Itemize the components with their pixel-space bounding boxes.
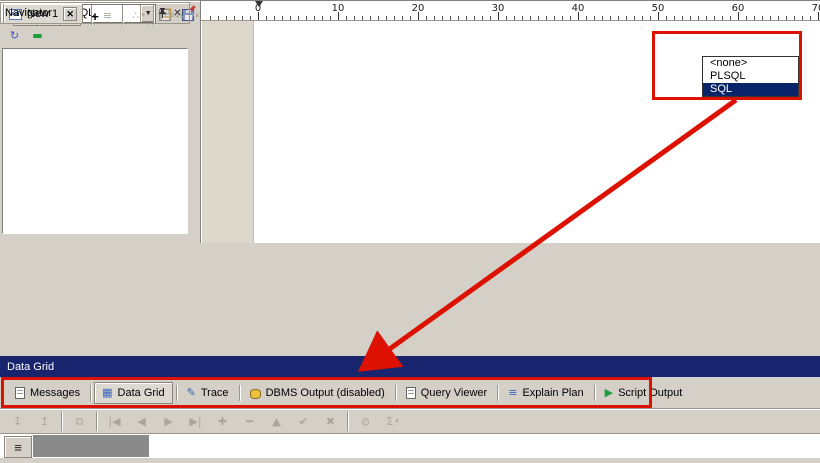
- navigator-sort-button[interactable]: ▬: [27, 25, 48, 46]
- data-grid-area: ≡: [0, 433, 820, 463]
- messages-icon: [15, 387, 25, 399]
- tab-explain-plan[interactable]: ≡ Explain Plan: [501, 382, 590, 404]
- tab-explain-plan-label: Explain Plan: [522, 387, 583, 399]
- prior-record-icon: ◀: [137, 416, 145, 427]
- post-edit-icon: ✔: [299, 416, 308, 427]
- single-record-view-icon: ⊘: [361, 416, 370, 427]
- ruler-major-tick: [258, 12, 259, 20]
- refresh-grid-icon: ⧉: [76, 416, 84, 427]
- ruler-major-tick: [578, 12, 579, 20]
- main-area: Navigator ✕ ↻▬ 010203040506070: [0, 0, 820, 243]
- tab-separator: [594, 385, 595, 401]
- editor-text-area[interactable]: [201, 21, 820, 243]
- refresh-grid-button: ⧉: [69, 411, 90, 432]
- ruler-major-tick: [818, 12, 819, 20]
- delete-record-icon: ━: [246, 416, 253, 427]
- toolbar-separator: [61, 411, 63, 431]
- aggregate-button: Σ▾: [382, 411, 403, 432]
- tab-data-grid-label: Data Grid: [118, 387, 165, 399]
- vertical-splitter[interactable]: [190, 0, 200, 243]
- tab-separator: [176, 385, 177, 401]
- ruler-major-tick: [498, 12, 499, 20]
- tab-messages-label: Messages: [30, 387, 80, 399]
- dbms-output-icon: [250, 389, 261, 399]
- cancel-edit-button: ✖: [320, 411, 341, 432]
- navigator-header: Navigator ✕: [0, 2, 190, 24]
- tab-separator: [497, 385, 498, 401]
- insert-record-button: ✚: [212, 411, 233, 432]
- navigator-title: Navigator: [5, 7, 155, 19]
- grid-bottom-strip: [0, 458, 820, 463]
- editor-gutter: [202, 21, 254, 243]
- load-grid-icon: ↥: [40, 416, 49, 427]
- next-record-button: ▶: [158, 411, 179, 432]
- tab-query-viewer-label: Query Viewer: [421, 387, 487, 399]
- result-tabs: Messages ▦ Data Grid ✎ Trace DBMS Output (dis…: [0, 377, 820, 408]
- first-record-icon: |◀: [108, 416, 120, 427]
- grid-row-indicator[interactable]: [33, 435, 149, 457]
- trace-icon: ✎: [187, 387, 196, 398]
- first-record-button: |◀: [104, 411, 125, 432]
- navigator-refresh-icon: ↻: [10, 30, 19, 41]
- grid-navigator-toolbar: ↧ ↥ ⧉ |◀ ◀ ▶ ▶| ✚ ━ ▲ ✔ ✖ ⊘ Σ▾: [0, 408, 820, 433]
- navigator-sort-icon: ▬: [32, 30, 42, 41]
- toolbar-separator: [347, 411, 349, 431]
- last-record-button: ▶|: [185, 411, 206, 432]
- ruler-major-tick: [738, 12, 739, 20]
- prior-record-button: ◀: [131, 411, 152, 432]
- explain-plan-icon: ≡: [508, 387, 517, 398]
- next-record-icon: ▶: [164, 416, 172, 427]
- tab-query-viewer[interactable]: Query Viewer: [399, 382, 494, 404]
- save-grid-icon: ↧: [13, 416, 22, 427]
- tab-separator: [239, 385, 240, 401]
- insert-record-icon: ✚: [218, 416, 227, 427]
- desktop-dropdown-list: <none>PLSQLSQL: [702, 56, 799, 97]
- tab-trace-label: Trace: [201, 387, 229, 399]
- tab-script-output-label: Script Output: [618, 387, 682, 399]
- delete-record-button: ━: [239, 411, 260, 432]
- cancel-edit-icon: ✖: [326, 416, 335, 427]
- dropdown-caret-icon[interactable]: ▾: [395, 417, 399, 425]
- datagrid-panel-title: Data Grid: [7, 361, 54, 373]
- navigator-close-icon[interactable]: ✕: [170, 6, 185, 21]
- ruler-major-tick: [338, 12, 339, 20]
- tab-separator: [395, 385, 396, 401]
- edit-record-icon: ▲: [272, 416, 280, 427]
- ruler-major-tick: [658, 12, 659, 20]
- aggregate-icon: Σ: [386, 416, 393, 427]
- toad-editor-window: Editor ◉▾SQL▾✖▾▾⧉↻▦◍▾◔▣»▾▤◎»▾ Desktop: S…: [0, 0, 820, 463]
- desktop-option-SQL[interactable]: SQL: [703, 83, 798, 96]
- tab-messages[interactable]: Messages: [8, 382, 87, 404]
- edit-record-button: ▲: [266, 411, 287, 432]
- last-record-icon: ▶|: [189, 416, 201, 427]
- navigator-refresh-button[interactable]: ↻: [4, 25, 25, 46]
- post-edit-button: ✔: [293, 411, 314, 432]
- load-grid-button: ↥: [34, 411, 55, 432]
- navigator-content[interactable]: [2, 48, 188, 234]
- tab-dbms-output[interactable]: DBMS Output (disabled): [243, 382, 392, 404]
- tab-trace[interactable]: ✎ Trace: [180, 382, 236, 404]
- tab-separator: [90, 385, 91, 401]
- data-grid-icon: ▦: [102, 387, 112, 398]
- desktop-option-PLSQL[interactable]: PLSQL: [703, 70, 798, 83]
- datagrid-panel-titlebar: Data Grid: [0, 356, 820, 377]
- ruler-major-tick: [418, 12, 419, 20]
- query-viewer-icon: [406, 387, 416, 399]
- tab-dbms-output-label: DBMS Output (disabled): [266, 387, 385, 399]
- grid-menu-button[interactable]: ≡: [4, 436, 32, 458]
- editor-ruler: 010203040506070: [201, 1, 820, 21]
- save-grid-button: ↧: [7, 411, 28, 432]
- editor-region: 010203040506070: [200, 0, 820, 243]
- navigator-panel: Navigator ✕ ↻▬: [0, 2, 190, 234]
- desktop-option-none[interactable]: <none>: [703, 57, 798, 70]
- single-record-view-button: ⊘: [355, 411, 376, 432]
- pin-icon[interactable]: [155, 6, 170, 21]
- script-output-icon: ▶: [605, 387, 613, 398]
- toolbar-separator: [96, 411, 98, 431]
- tab-data-grid[interactable]: ▦ Data Grid: [94, 382, 172, 404]
- navigator-toolbar: ↻▬: [0, 24, 190, 46]
- tab-script-output[interactable]: ▶ Script Output: [598, 382, 690, 404]
